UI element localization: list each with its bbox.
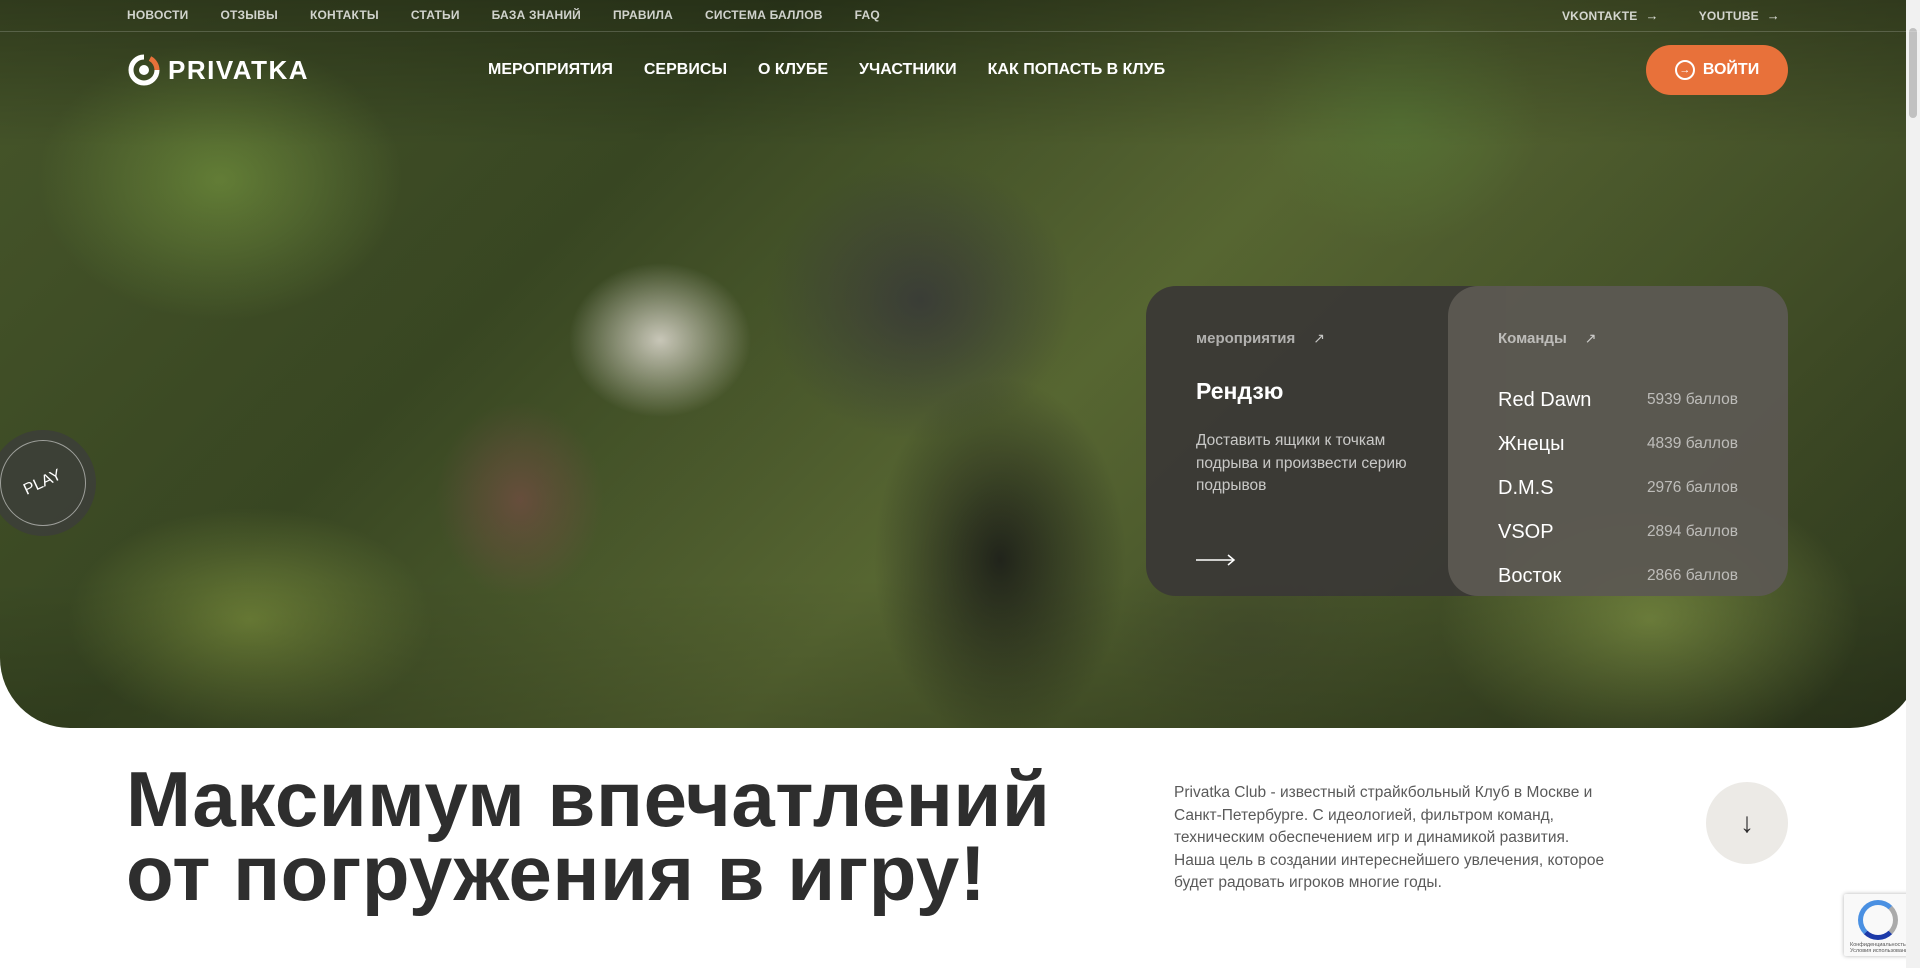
top-link-news[interactable]: НОВОСТИ: [127, 8, 188, 22]
team-name: Жнецы: [1498, 432, 1565, 455]
top-link-points-system[interactable]: СИСТЕМА БАЛЛОВ: [705, 8, 823, 22]
headline-line-1: Максимум впечатлений: [126, 755, 1051, 843]
recaptcha-icon: [1858, 900, 1898, 940]
team-points: 2894 баллов: [1646, 523, 1738, 540]
top-link-rules[interactable]: ПРАВИЛА: [613, 8, 673, 22]
team-points: 2866 баллов: [1646, 567, 1738, 584]
play-label: PLAY: [21, 466, 65, 499]
team-name: VSOP: [1498, 520, 1554, 543]
login-label: ВОЙТИ: [1702, 61, 1760, 78]
teams-list: Red Dawn 5939 баллов Жнецы 4839 баллов D…: [1498, 378, 1738, 598]
top-bar: НОВОСТИ ОТЗЫВЫ КОНТАКТЫ СТАТЬИ БАЗА ЗНАН…: [0, 0, 1920, 32]
login-button[interactable]: → ВОЙТИ: [1646, 45, 1788, 95]
team-points: 4839 баллов: [1646, 435, 1738, 452]
site-logo[interactable]: PRIVATKA: [126, 54, 309, 86]
scroll-down-button[interactable]: ↓: [1706, 782, 1788, 864]
team-name: Восток: [1498, 564, 1562, 587]
page-scrollbar[interactable]: [1906, 0, 1920, 968]
top-link-contacts[interactable]: КОНТАКТЫ: [310, 8, 379, 22]
nav-events[interactable]: МЕРОПРИЯТИЯ: [488, 61, 613, 79]
club-description: Privatka Club - известный страйкбольный …: [1174, 784, 1605, 891]
logo-text: PRIVATKA: [168, 54, 310, 85]
arrow-up-right-icon: ↗: [1313, 330, 1326, 346]
login-icon: →: [1674, 60, 1695, 80]
top-link-knowledge-base[interactable]: БАЗА ЗНАНИЙ: [492, 8, 581, 22]
event-description: Доставить ящики к точкам подрыва и произ…: [1196, 432, 1407, 494]
team-row[interactable]: Red Dawn 5939 баллов: [1498, 378, 1738, 422]
page-headline: Максимум впечатлений от погружения в игр…: [126, 755, 1051, 917]
arrow-up-right-icon: ↗: [1584, 330, 1597, 346]
team-name: D.M.S: [1498, 476, 1554, 499]
main-nav: МЕРОПРИЯТИЯ СЕРВИСЫ О КЛУБЕ УЧАСТНИКИ КА…: [488, 61, 1165, 79]
teams-heading: Команды: [1498, 330, 1567, 347]
nav-how-to-join[interactable]: КАК ПОПАСТЬ В КЛУБ: [988, 61, 1165, 79]
nav-about-club[interactable]: О КЛУБЕ: [758, 61, 828, 79]
nav-members[interactable]: УЧАСТНИКИ: [859, 61, 957, 79]
arrow-right-icon: →: [1766, 8, 1780, 23]
arrow-down-icon: ↓: [1740, 807, 1754, 838]
youtube-label: YOUTUBE: [1698, 8, 1759, 23]
events-card-header[interactable]: мероприятия ↗: [1196, 330, 1325, 347]
team-points: 5939 баллов: [1646, 391, 1738, 408]
teams-card: Команды ↗ Red Dawn 5939 баллов Жнецы 483…: [1448, 286, 1788, 596]
top-link-reviews[interactable]: ОТЗЫВЫ: [220, 8, 278, 22]
top-link-faq[interactable]: FAQ: [855, 8, 880, 22]
nav-services[interactable]: СЕРВИСЫ: [644, 61, 727, 79]
youtube-link[interactable]: YOUTUBE →: [1699, 8, 1780, 23]
team-points: 2976 баллов: [1646, 479, 1738, 496]
vkontakte-link[interactable]: VKONTAKTE →: [1562, 8, 1659, 23]
team-row[interactable]: Восток 2866 баллов: [1498, 554, 1738, 598]
top-link-articles[interactable]: СТАТЬИ: [411, 8, 460, 22]
arrow-right-icon: →: [1645, 8, 1659, 23]
team-row[interactable]: Жнецы 4839 баллов: [1498, 422, 1738, 466]
social-links: VKONTAKTE → YOUTUBE →: [1562, 8, 1780, 23]
top-links: НОВОСТИ ОТЗЫВЫ КОНТАКТЫ СТАТЬИ БАЗА ЗНАН…: [127, 8, 880, 22]
team-row[interactable]: D.M.S 2976 баллов: [1498, 466, 1738, 510]
logo-mark-icon: [126, 54, 162, 86]
events-heading: мероприятия: [1196, 330, 1296, 347]
team-row[interactable]: VSOP 2894 баллов: [1498, 510, 1738, 554]
vkontakte-label: VKONTAKTE: [1561, 8, 1638, 23]
team-name: Red Dawn: [1498, 388, 1592, 411]
teams-card-header[interactable]: Команды ↗: [1498, 330, 1597, 347]
arrow-right-icon[interactable]: [1196, 554, 1236, 566]
event-title: Рендзю: [1196, 378, 1284, 404]
scrollbar-thumb[interactable]: [1909, 28, 1917, 118]
headline-line-2: от погружения в игру!: [126, 829, 987, 917]
